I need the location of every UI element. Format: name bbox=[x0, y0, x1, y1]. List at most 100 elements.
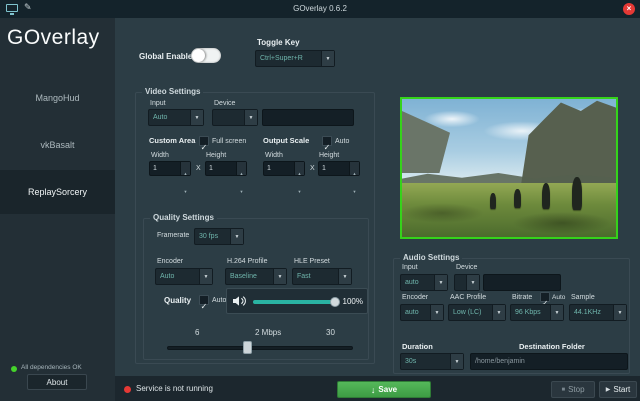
spin-arrows-icon bbox=[349, 162, 359, 175]
quality-auto-checkbox[interactable] bbox=[199, 295, 209, 305]
full-screen-label: Full screen bbox=[212, 138, 246, 145]
video-input-select[interactable]: Auto bbox=[148, 109, 204, 126]
bitrate-current-label: 2 Mbps bbox=[255, 328, 281, 337]
x-separator: X bbox=[310, 165, 315, 172]
custom-height-stepper[interactable]: 1 bbox=[205, 161, 247, 176]
aac-profile-select[interactable]: Low (LC) bbox=[448, 304, 506, 321]
about-button[interactable]: About bbox=[27, 374, 87, 390]
preview-grass-shade bbox=[402, 183, 616, 237]
h264-profile-select[interactable]: Baseline bbox=[225, 268, 287, 285]
framerate-label: Framerate bbox=[157, 232, 189, 239]
audio-device-field[interactable] bbox=[483, 274, 561, 291]
output-scale-auto-label: Auto bbox=[335, 138, 349, 145]
custom-area-label: Custom Area bbox=[149, 136, 195, 145]
spin-arrows-icon bbox=[294, 162, 304, 175]
duration-select[interactable]: 30s bbox=[400, 353, 464, 370]
audio-bitrate-auto-checkbox[interactable] bbox=[540, 292, 550, 302]
bitrate-max-label: 30 bbox=[326, 328, 335, 337]
output-scale-label: Output Scale bbox=[263, 136, 309, 145]
chevron-down-icon bbox=[613, 305, 626, 320]
sidebar-item-label: ReplaySorcery bbox=[28, 187, 87, 197]
chevron-down-icon bbox=[450, 354, 463, 369]
bitrate-slider-track[interactable] bbox=[167, 346, 353, 350]
sample-select[interactable]: 44.1KHz bbox=[569, 304, 627, 321]
service-status-text: Service is not running bbox=[136, 384, 213, 393]
audio-bitrate-select[interactable]: 96 Kbps bbox=[510, 304, 564, 321]
hle-preset-select[interactable]: Fast bbox=[292, 268, 352, 285]
service-status-dot bbox=[124, 386, 131, 393]
preview-image bbox=[400, 97, 618, 239]
spin-arrows-icon bbox=[236, 162, 246, 175]
sample-label: Sample bbox=[571, 294, 595, 301]
sidebar-item-label: MangoHud bbox=[35, 93, 79, 103]
sidebar-item-label: vkBasalt bbox=[40, 140, 74, 150]
toggle-key-label: Toggle Key bbox=[257, 38, 300, 47]
encoder-select[interactable]: Auto bbox=[155, 268, 213, 285]
audio-bitrate-auto-label: Auto bbox=[552, 294, 565, 301]
bitrate-min-label: 6 bbox=[195, 328, 199, 337]
chevron-down-icon bbox=[199, 269, 212, 284]
quality-auto-label: Auto bbox=[212, 297, 226, 304]
audio-device-label: Device bbox=[456, 264, 477, 271]
preview-character bbox=[572, 177, 582, 210]
preview-character bbox=[514, 189, 521, 208]
hle-preset-label: HLE Preset bbox=[294, 258, 330, 265]
chevron-down-icon bbox=[550, 305, 563, 320]
bitrate-slider-handle[interactable] bbox=[243, 341, 252, 354]
window-title: GOverlay 0.6.2 bbox=[0, 4, 640, 13]
quality-percent: 100% bbox=[343, 297, 363, 306]
scale-width-label: Width bbox=[265, 152, 283, 159]
full-screen-checkbox[interactable] bbox=[199, 136, 209, 146]
scale-height-stepper[interactable]: 1 bbox=[318, 161, 360, 176]
start-button[interactable]: ▶ Start bbox=[599, 381, 637, 398]
sidebar-item-vkbasalt[interactable]: vkBasalt bbox=[0, 123, 115, 167]
stop-button[interactable]: ■ Stop bbox=[551, 381, 595, 398]
custom-height-label: Height bbox=[206, 152, 226, 159]
global-enable-toggle[interactable] bbox=[191, 48, 221, 63]
audio-device-select[interactable] bbox=[454, 274, 480, 291]
sidebar-item-replaysorcery[interactable]: ReplaySorcery bbox=[0, 170, 115, 214]
preview-character bbox=[542, 183, 550, 209]
toggle-key-value: Ctrl+Super+R bbox=[256, 51, 321, 66]
audio-input-select[interactable]: auto bbox=[400, 274, 448, 291]
quality-label: Quality bbox=[164, 296, 191, 305]
quality-slider-handle[interactable] bbox=[330, 297, 340, 307]
destination-folder-field[interactable]: /home/benjamin bbox=[470, 353, 628, 370]
download-icon: ↓ bbox=[371, 385, 376, 395]
chevron-down-icon bbox=[321, 51, 334, 66]
chevron-down-icon bbox=[434, 275, 447, 290]
video-input-label: Input bbox=[150, 100, 166, 107]
quality-slider-track[interactable] bbox=[253, 300, 337, 304]
aac-profile-label: AAC Profile bbox=[450, 294, 486, 301]
framerate-select[interactable]: 30 fps bbox=[194, 228, 244, 245]
duration-label: Duration bbox=[402, 342, 433, 351]
sidebar-item-mangohud[interactable]: MangoHud bbox=[0, 76, 115, 120]
spin-arrows-icon bbox=[180, 162, 190, 175]
video-device-select[interactable] bbox=[212, 109, 258, 126]
chevron-down-icon bbox=[244, 110, 257, 125]
quality-settings-title: Quality Settings bbox=[150, 213, 217, 222]
dependencies-status: All dependencies OK bbox=[21, 364, 82, 371]
chevron-down-icon bbox=[338, 269, 351, 284]
preview-character bbox=[490, 193, 496, 209]
audio-encoder-select[interactable]: auto bbox=[400, 304, 444, 321]
scale-width-stepper[interactable]: 1 bbox=[263, 161, 305, 176]
close-icon[interactable]: × bbox=[623, 3, 635, 15]
toggle-key-select[interactable]: Ctrl+Super+R bbox=[255, 50, 335, 67]
video-device-label: Device bbox=[214, 100, 235, 107]
toggle-knob bbox=[192, 49, 205, 62]
titlebar: ✎ GOverlay 0.6.2 × bbox=[0, 0, 640, 18]
speaker-icon bbox=[231, 293, 247, 314]
audio-bitrate-label: Bitrate bbox=[512, 294, 532, 301]
save-button[interactable]: ↓ Save bbox=[337, 381, 431, 398]
app-logo: GOverlay bbox=[7, 26, 100, 50]
video-device-field[interactable] bbox=[262, 109, 354, 126]
scale-height-label: Height bbox=[319, 152, 339, 159]
play-icon: ▶ bbox=[606, 386, 611, 393]
audio-encoder-label: Encoder bbox=[402, 294, 428, 301]
dependencies-ok-dot bbox=[11, 366, 17, 372]
chevron-down-icon bbox=[466, 275, 479, 290]
chevron-down-icon bbox=[230, 229, 243, 244]
output-scale-auto-checkbox[interactable] bbox=[322, 136, 332, 146]
custom-width-stepper[interactable]: 1 bbox=[149, 161, 191, 176]
